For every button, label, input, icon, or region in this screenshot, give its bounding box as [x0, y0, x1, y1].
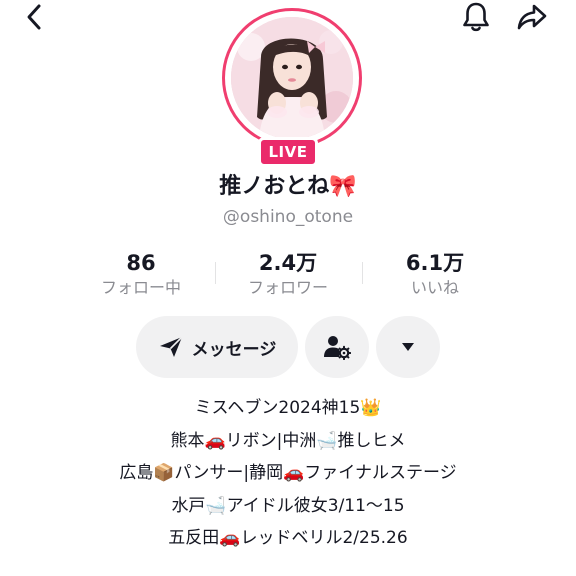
chevron-left-icon — [27, 4, 41, 30]
bio-line: 広島📦パンサー|静岡🚗ファイナルステージ — [119, 463, 457, 483]
send-icon — [159, 336, 183, 357]
more-options-button[interactable] — [376, 316, 440, 378]
caret-down-icon — [402, 343, 414, 351]
avatar-photo — [231, 17, 353, 139]
followers-stat[interactable]: 2.4万 フォロワー — [213, 250, 363, 300]
friend-settings-button[interactable] — [305, 316, 369, 378]
live-badge[interactable]: LIVE — [258, 137, 318, 167]
likes-label: いいね — [410, 278, 459, 297]
profile-page: LIVE 推ノおとね🎀 @oshino_otone 86 フォロー中 2.4万 … — [0, 0, 576, 576]
share-arrow-icon — [517, 4, 547, 30]
bio-line: 熊本🚗リボン|中洲🛁推しヒメ — [170, 430, 406, 451]
message-button-label: メッセージ — [191, 339, 277, 360]
bio-line: 水戸🛁アイドル彼女3/11〜15 — [171, 495, 405, 516]
bio-line: 五反田🚗レッドベリル2/25.26 — [168, 528, 408, 548]
avatar-portrait-image — [231, 17, 353, 139]
bell-icon — [463, 2, 489, 32]
back-button[interactable] — [18, 0, 50, 34]
notification-bell-button[interactable] — [458, 0, 494, 34]
person-settings-icon — [324, 336, 351, 360]
followers-label: フォロワー — [247, 278, 328, 297]
username: @oshino_otone — [222, 207, 354, 227]
avatar[interactable]: LIVE — [222, 8, 362, 167]
share-button[interactable] — [514, 0, 550, 34]
message-button[interactable]: メッセージ — [136, 316, 298, 378]
bio: ミスヘブン2024神15👑 熊本🚗リボン|中洲🛁推しヒメ 広島📦パンサー|静岡🚗… — [0, 392, 576, 555]
bio-line: ミスヘブン2024神15👑 — [194, 398, 382, 418]
likes-count: 6.1万 — [405, 251, 465, 275]
display-name: 推ノおとね🎀 — [219, 174, 357, 199]
following-label: フォロー中 — [100, 278, 181, 297]
following-stat[interactable]: 86 フォロー中 — [66, 250, 216, 300]
followers-count: 2.4万 — [258, 251, 318, 275]
likes-stat[interactable]: 6.1万 いいね — [360, 250, 510, 300]
following-count: 86 — [126, 251, 156, 275]
